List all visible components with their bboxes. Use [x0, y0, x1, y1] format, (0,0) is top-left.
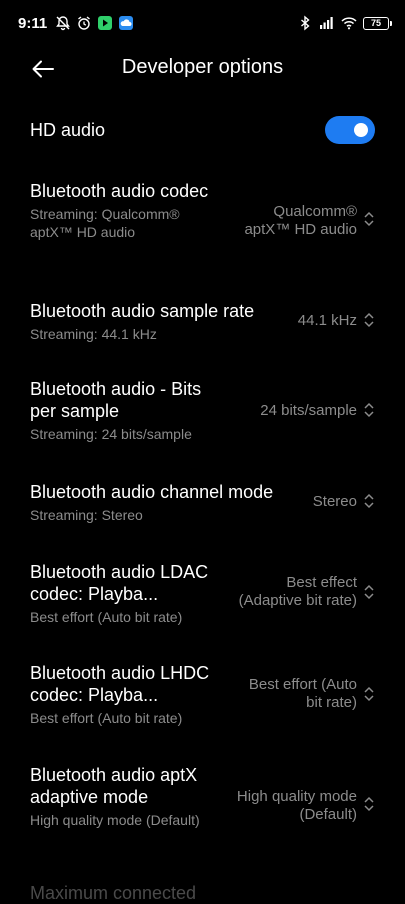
setting-subtitle: Best effort (Auto bit rate)	[30, 710, 183, 726]
setting-value: Best effort (Auto bit rate)	[248, 676, 357, 711]
setting-text: Bluetooth audio - Bits per sample Stream…	[30, 378, 220, 443]
alarm-clock-icon	[78, 16, 90, 30]
setting-bluetooth-audio-bits-per-sample[interactable]: Bluetooth audio - Bits per sample Stream…	[30, 378, 375, 444]
setting-title: Bluetooth audio aptX adaptive mode	[30, 765, 198, 807]
setting-subtitle: Streaming: 24 bits/sample	[30, 426, 192, 442]
setting-title: Bluetooth audio channel mode	[30, 482, 274, 502]
toggle-knob	[354, 123, 368, 137]
status-bar: 9:11 75	[0, 0, 405, 46]
setting-bluetooth-audio-lhdc-codec[interactable]: Bluetooth audio LHDC codec: Playba... Be…	[30, 662, 375, 728]
setting-text: Bluetooth audio LDAC codec: Playba... Be…	[30, 561, 215, 626]
setting-title: Bluetooth audio LHDC codec: Playba...	[30, 663, 210, 705]
page-title: Developer options	[121, 56, 284, 78]
setting-value: High quality mode (Default)	[236, 788, 357, 823]
status-time: 9:11	[18, 15, 48, 32]
setting-value: Stereo	[312, 493, 357, 510]
dropdown-chevron-icon	[364, 796, 374, 812]
bluetooth-icon	[301, 15, 310, 31]
setting-text: Bluetooth audio channel mode Streaming: …	[30, 481, 300, 524]
setting-value: 44.1 kHz	[297, 312, 357, 329]
setting-text: Bluetooth audio sample rate Streaming: 4…	[30, 300, 290, 343]
setting-title: Bluetooth audio codec	[30, 181, 209, 201]
top-bar: Developer options	[0, 46, 405, 92]
muted-bell-icon	[56, 16, 70, 31]
battery-indicator: 75	[363, 16, 392, 30]
setting-text: Bluetooth audio LHDC codec: Playba... Be…	[30, 662, 215, 727]
setting-text: Bluetooth audio aptX adaptive mode High …	[30, 764, 215, 829]
setting-value: Qualcomm® aptX™ HD audio	[244, 203, 357, 238]
dropdown-chevron-icon	[364, 584, 374, 600]
setting-value: Best effect (Adaptive bit rate)	[238, 574, 357, 609]
setting-subtitle: Streaming: 44.1 kHz	[30, 326, 157, 342]
setting-subtitle: Best effort (Auto bit rate)	[30, 609, 183, 625]
dropdown-chevron-icon	[364, 493, 374, 509]
dropdown-chevron-icon	[364, 686, 374, 702]
setting-title: Bluetooth audio sample rate	[30, 301, 255, 321]
signal-icon	[320, 17, 333, 29]
setting-bluetooth-audio-sample-rate[interactable]: Bluetooth audio sample rate Streaming: 4…	[30, 300, 375, 346]
hd-audio-toggle[interactable]	[325, 116, 375, 144]
setting-subtitle: Streaming: Qualcomm® aptX™ HD audio	[30, 206, 180, 240]
cloud-app-icon	[119, 16, 133, 30]
notification-icons	[55, 15, 134, 31]
setting-title: Bluetooth audio LDAC codec: Playba...	[30, 562, 209, 604]
dropdown-chevron-icon	[364, 312, 374, 328]
setting-text: Bluetooth audio codec Streaming: Qualcom…	[30, 180, 220, 241]
setting-maximum-connected-partial[interactable]: Maximum connected	[30, 883, 196, 904]
setting-value: 24 bits/sample	[260, 402, 357, 419]
setting-title: Bluetooth audio - Bits per sample	[30, 379, 202, 421]
wifi-icon	[341, 17, 357, 30]
app-notification-icon	[98, 16, 112, 30]
system-status-icons: 75	[297, 15, 392, 31]
setting-bluetooth-audio-codec[interactable]: Bluetooth audio codec Streaming: Qualcom…	[30, 180, 375, 268]
setting-subtitle: Streaming: Stereo	[30, 507, 143, 523]
hd-audio-row: HD audio	[30, 112, 375, 150]
setting-bluetooth-audio-ldac-codec[interactable]: Bluetooth audio LDAC codec: Playba... Be…	[30, 561, 375, 627]
hd-audio-label: HD audio	[30, 120, 106, 140]
setting-bluetooth-audio-channel-mode[interactable]: Bluetooth audio channel mode Streaming: …	[30, 481, 375, 527]
setting-bluetooth-audio-aptx-adaptive-mode[interactable]: Bluetooth audio aptX adaptive mode High …	[30, 764, 375, 850]
dropdown-chevron-icon	[364, 211, 374, 227]
dropdown-chevron-icon	[364, 402, 374, 418]
setting-subtitle: High quality mode (Default)	[30, 812, 200, 828]
